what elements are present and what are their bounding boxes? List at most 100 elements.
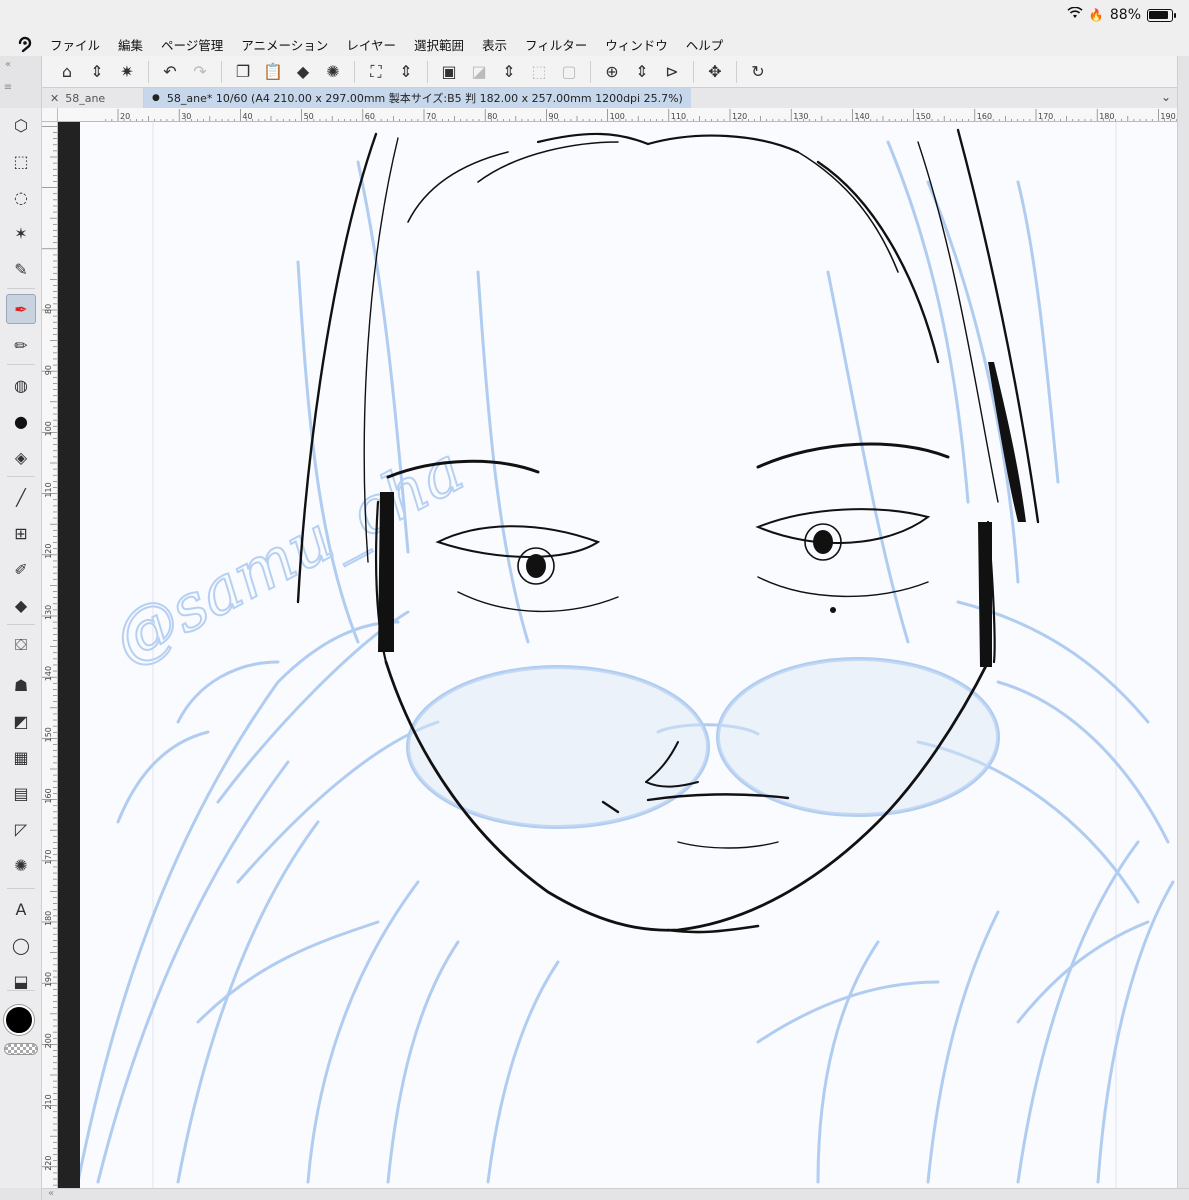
app-logo-icon[interactable] [0,34,50,54]
battery-percent: 88% [1109,7,1141,23]
stepper-icon[interactable]: ⇕ [494,59,524,85]
flip-icon[interactable]: ⊳ [657,59,687,85]
correct-line-tool-icon[interactable]: ✐ [6,554,36,584]
tool-separator [7,364,35,365]
expand-icon[interactable]: « [48,1188,54,1199]
decoration-tool-icon[interactable]: ◈ [6,442,36,472]
undo-icon[interactable]: ↶ [155,59,185,85]
canvas[interactable]: @samu_cha [58,122,1177,1188]
pencil-tool-icon[interactable]: ✏ [6,330,36,360]
tool-separator [7,624,35,625]
ruler-label: 170 [1038,112,1053,121]
chevron-down-icon[interactable]: ⌄ [1161,90,1171,104]
operation-tool-icon[interactable]: ⬡ [6,110,36,140]
menu-item-6[interactable]: 表示 [482,35,507,54]
toolbar-separator [736,60,737,83]
menu-item-8[interactable]: ウィンドウ [605,35,668,54]
selection-border-icon[interactable]: ▢ [554,59,584,85]
toolbar-separator [693,60,694,83]
toolbar-separator [148,60,149,83]
ruler-label: 60 [365,112,375,121]
right-panel-strip [1177,56,1189,1188]
airbrush-tool-icon[interactable]: ● [6,406,36,436]
stepper-icon[interactable]: ⇕ [391,59,421,85]
menu-item-9[interactable]: ヘルプ [686,35,724,54]
menu-item-3[interactable]: アニメーション [241,35,328,54]
menu-item-2[interactable]: ページ管理 [161,35,223,54]
menu-item-7[interactable]: フィルター [525,35,587,54]
ruler-label: 180 [1099,112,1114,121]
loading-icon[interactable]: ✺ [318,59,348,85]
auto-select-tool-icon[interactable]: ✶ [6,218,36,248]
menu-item-0[interactable]: ファイル [50,35,100,54]
frame-tool-icon[interactable]: ⊞ [6,518,36,548]
ruler-label: 40 [242,112,252,121]
brush-tool-icon[interactable]: ◍ [6,370,36,400]
artwork: @samu_cha [76,122,1175,1188]
eyedropper-tool-icon[interactable]: ✎ [6,254,36,284]
transform-icon[interactable]: ⛶ [361,59,391,85]
ruler-label: 100 [44,421,53,436]
menu-items: ファイル 編集 ページ管理 アニメーション レイヤー 選択範囲 表示 フィルター ウィンドウ ヘル… [50,35,741,54]
toolbar-separator [354,60,355,83]
rect-select-tool-icon[interactable]: ⬚ [6,146,36,176]
figure-tool-icon[interactable]: ◩ [6,706,36,736]
tab-58-ane[interactable]: ✕ 58_ane [42,88,144,108]
ruler-label: 140 [854,112,869,121]
close-tab-icon[interactable]: ✕ [50,92,59,105]
paste-icon[interactable]: 📋 [258,59,288,85]
ruler-label: 160 [977,112,992,121]
menu-item-5[interactable]: 選択範囲 [414,35,464,54]
line-tool-icon[interactable]: ╱ [6,482,36,512]
menu-item-4[interactable]: レイヤー [346,35,396,54]
tab-title-active: 58_ane* 10/60 (A4 210.00 x 297.00mm 製本サイ… [166,92,683,105]
eraser-tool-icon[interactable]: ◆ [6,590,36,620]
copy-icon[interactable]: ❐ [228,59,258,85]
ios-status-bar: 🔥 88% [0,0,1189,32]
select-layer-icon[interactable]: ▣ [434,59,464,85]
tone-tool-icon[interactable]: ▦ [6,742,36,772]
zoom-icon[interactable]: ⊕ [597,59,627,85]
tool-separator [7,288,35,289]
redo-icon[interactable]: ↷ [185,59,215,85]
menu-item-1[interactable]: 編集 [118,35,143,54]
text-tool-icon[interactable]: A [6,894,36,924]
clip-studio-icon[interactable]: ⌂ [52,59,82,85]
speed-line-tool-icon[interactable]: ✺ [6,850,36,880]
ruler-tool-icon[interactable]: ◸ [6,814,36,844]
ruler-label: 130 [793,112,808,121]
page-bleed-border [58,122,80,1188]
ruler-label: 200 [44,1033,53,1048]
lasso-tool-icon[interactable]: ◌ [6,182,36,212]
command-bar: ⌂ ⇕ ✷ ↶ ↷ ❐ 📋 ◆ ✺ ⛶ ⇕ ▣ ◪ ⇕ ⬚ ▢ ⊕ ⇕ ⊳ ✥ ↻ [42,56,1177,88]
balloon-tool-icon[interactable]: ◯ [6,930,36,960]
main-color-swatch[interactable] [4,1005,34,1035]
panel-menu-icon[interactable]: ≡ [0,82,16,93]
transparent-color-swatch[interactable] [4,1043,38,1055]
ruler-label: 110 [44,482,53,497]
tab-58-ane-active[interactable]: ● 58_ane* 10/60 (A4 210.00 x 297.00mm 製本… [144,88,691,108]
blend-tool-icon[interactable]: ☗ [6,670,36,700]
stepper-icon[interactable]: ⇕ [82,59,112,85]
ruler-label: 170 [44,850,53,865]
watermark-text: @samu_cha [101,433,475,679]
stepper-icon[interactable]: ⇕ [627,59,657,85]
sparkle-icon[interactable]: ✷ [112,59,142,85]
move-icon[interactable]: ✥ [700,59,730,85]
pen-tool-icon[interactable]: ✒ [6,294,36,324]
fill-tool-icon[interactable]: ⛋ [6,630,36,660]
ruler-label: 70 [426,112,436,121]
ruler-label: 150 [44,727,53,742]
ruler-label: 80 [487,112,497,121]
rotate-icon[interactable]: ↻ [743,59,773,85]
toolbar-separator [221,60,222,83]
ruler-label: 190 [1160,112,1175,121]
collapse-left-icon[interactable]: « [0,59,16,70]
invert-selection-icon[interactable]: ⬚ [524,59,554,85]
gradient-tool-icon[interactable]: ▤ [6,778,36,808]
ruler-label: 210 [44,1094,53,1109]
clear-selection-icon[interactable]: ◪ [464,59,494,85]
ruler-label: 160 [44,788,53,803]
layer-move-tool-icon[interactable]: ⬓ [6,966,36,996]
fill-bucket-icon[interactable]: ◆ [288,59,318,85]
